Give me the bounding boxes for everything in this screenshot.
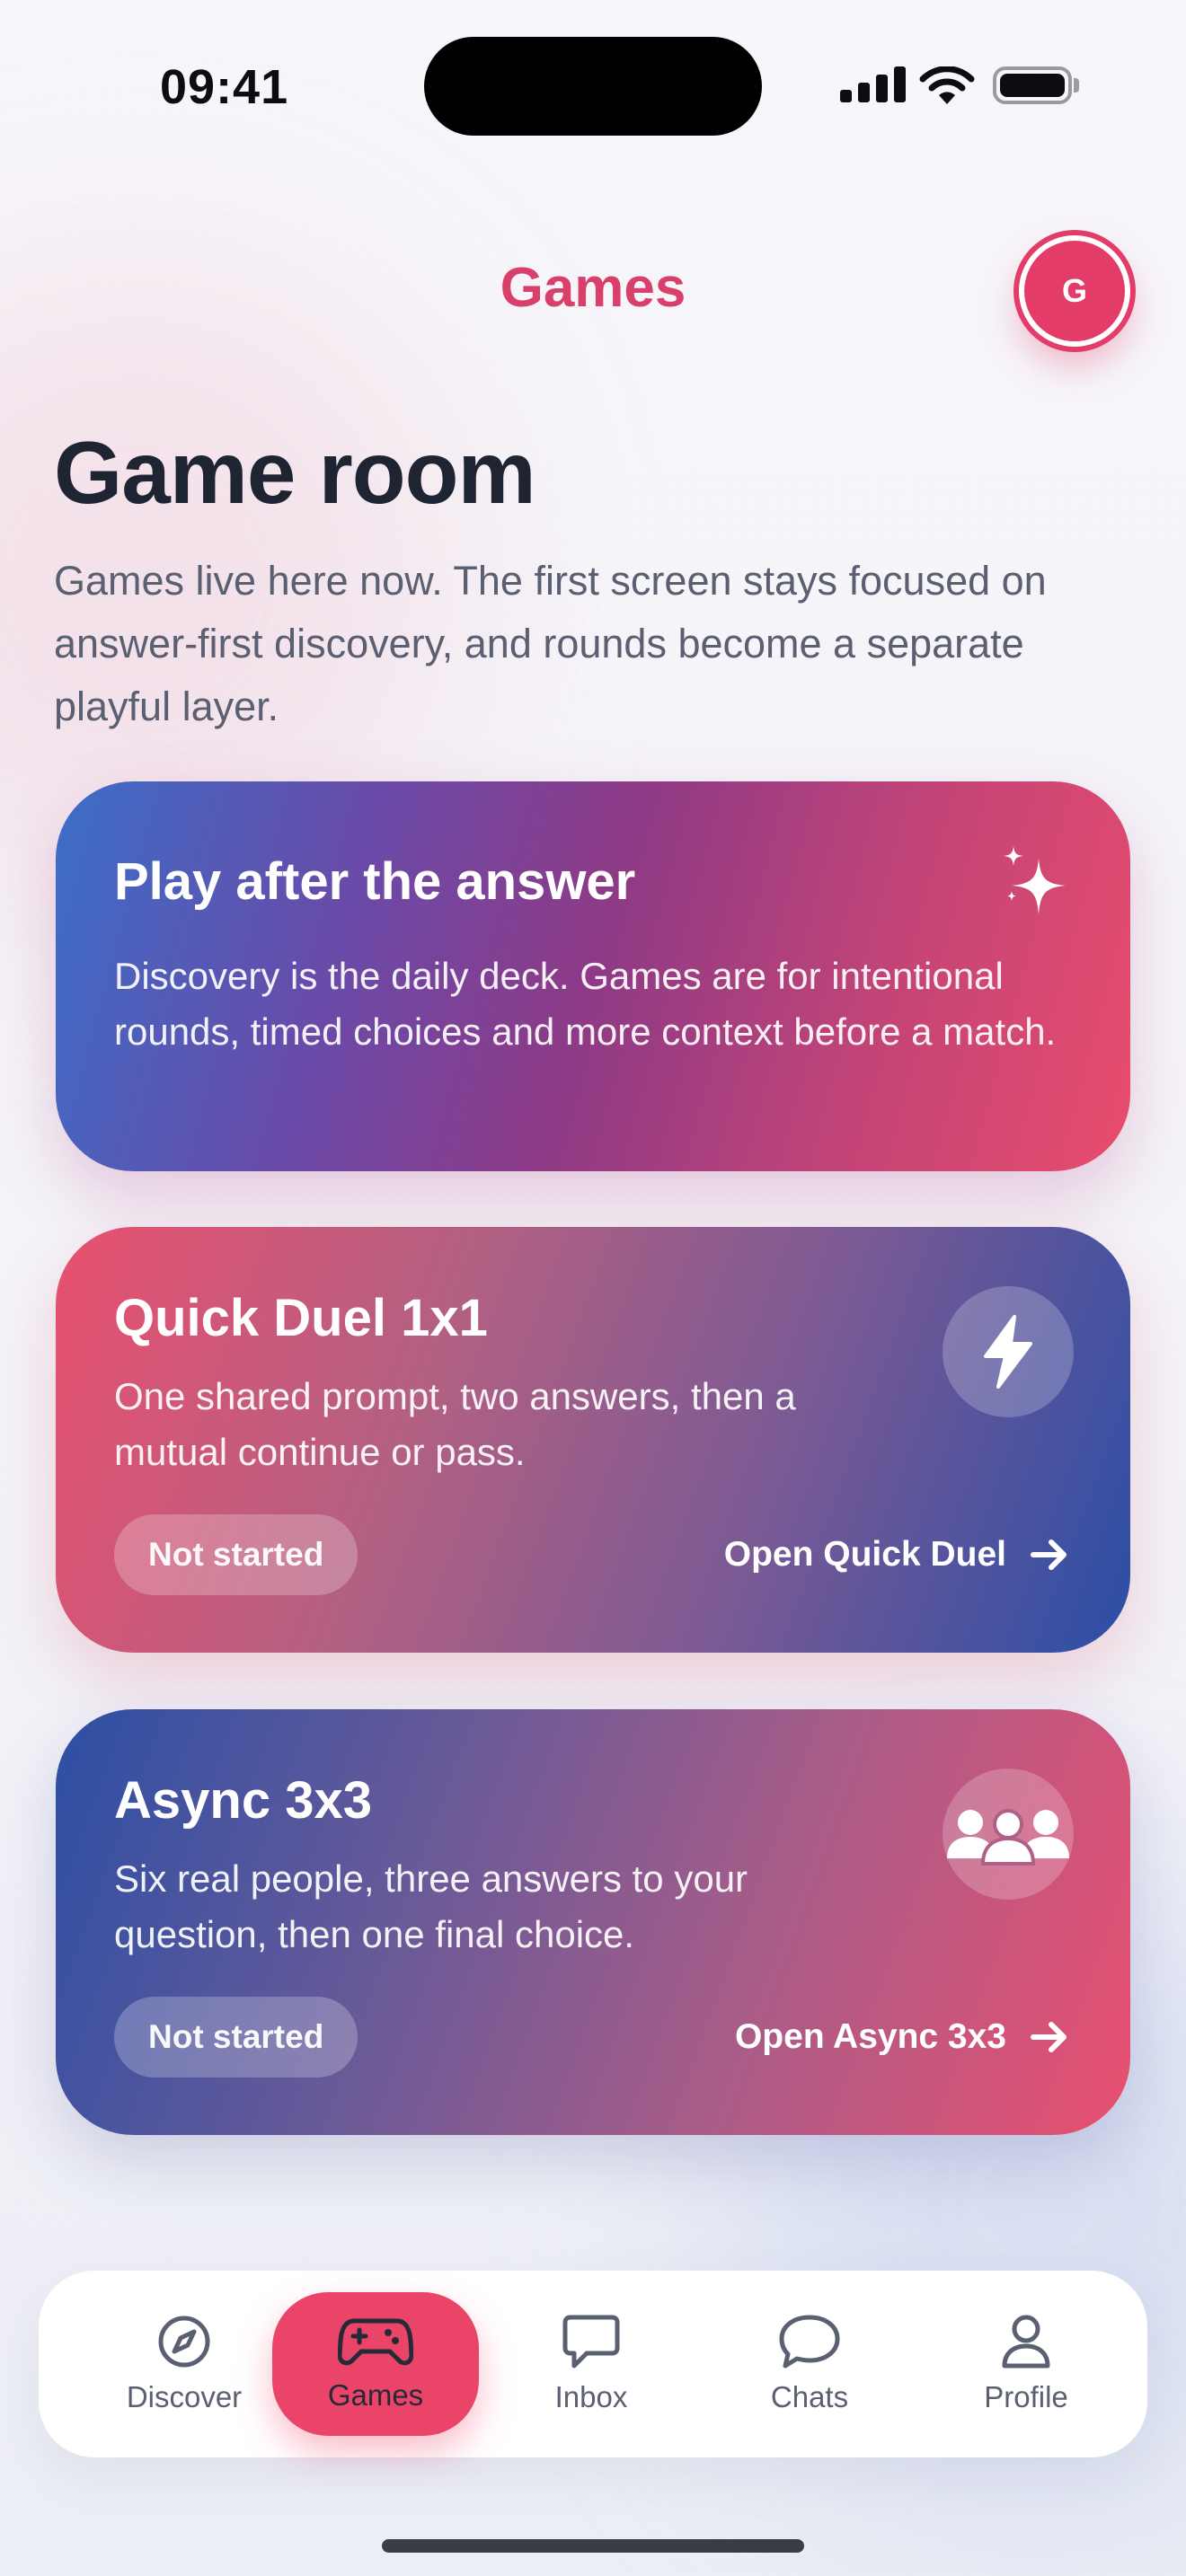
status-bar: 09:41 (0, 0, 1186, 171)
tab-profile[interactable]: Profile (923, 2292, 1129, 2436)
chat-bubble-icon (779, 2315, 840, 2369)
inbox-icon (562, 2315, 620, 2369)
game-card-title: Async 3x3 (114, 1771, 372, 1830)
signal-icon (858, 83, 870, 102)
gamepad-icon (338, 2318, 413, 2366)
status-icons (840, 63, 1081, 108)
action-label: Open Async 3x3 (734, 2017, 1006, 2056)
tab-discover[interactable]: Discover (81, 2292, 288, 2436)
game-card-description: One shared prompt, two answers, then a m… (114, 1375, 796, 1473)
avatar-initial: G (1061, 272, 1087, 309)
status-time: 09:41 (160, 60, 289, 114)
tab-bar: Discover Games Inbox Chats Profile (39, 2271, 1147, 2457)
tab-label: Discover (126, 2380, 243, 2413)
signal-icon (894, 66, 906, 102)
open-quick-duel-button[interactable]: Open Quick Duel (724, 1514, 1069, 1595)
status-badge: Not started (114, 1997, 358, 2078)
game-card-quick-duel[interactable]: Quick Duel 1x1 One shared prompt, two an… (56, 1227, 1130, 1653)
page-title: Games (500, 257, 686, 319)
status-badge: Not started (114, 1514, 358, 1595)
game-card-async[interactable]: Async 3x3 Six real people, three answers… (56, 1709, 1130, 2135)
avatar[interactable]: G (1019, 235, 1130, 347)
tab-games[interactable]: Games (272, 2292, 479, 2436)
action-label: Open Quick Duel (723, 1535, 1006, 1574)
battery-icon (993, 66, 1072, 104)
tab-label: Profile (984, 2380, 1068, 2413)
signal-icon (840, 90, 852, 102)
home-indicator (382, 2539, 804, 2553)
tab-label: Chats (770, 2380, 849, 2413)
arrow-right-icon (1031, 2022, 1067, 2052)
tab-chats[interactable]: Chats (706, 2292, 913, 2436)
group-icon (943, 1769, 1074, 1900)
intro-card-title: Play after the answer (114, 852, 636, 911)
compass-icon (158, 2316, 210, 2368)
wifi-icon (919, 66, 975, 104)
dynamic-island (424, 37, 762, 136)
open-async-button[interactable]: Open Async 3x3 (735, 1997, 1069, 2078)
tab-label: Inbox (554, 2380, 628, 2413)
game-card-description: Six real people, three answers to your q… (114, 1857, 748, 1955)
sparkles-icon (1004, 846, 1066, 914)
tab-label: Games (327, 2378, 424, 2412)
signal-icon (876, 75, 888, 102)
person-icon (1002, 2315, 1050, 2369)
arrow-right-icon (1031, 1539, 1067, 1570)
intro-card-description: Discovery is the daily deck. Games are f… (114, 955, 1057, 1053)
hero-description: Games live here now. The first screen st… (54, 558, 1047, 729)
hero-title: Game room (54, 423, 536, 522)
intro-card: Play after the answer Discovery is the d… (56, 781, 1130, 1171)
game-card-title: Quick Duel 1x1 (114, 1289, 488, 1347)
lightning-icon (943, 1286, 1074, 1417)
tab-inbox[interactable]: Inbox (488, 2292, 695, 2436)
